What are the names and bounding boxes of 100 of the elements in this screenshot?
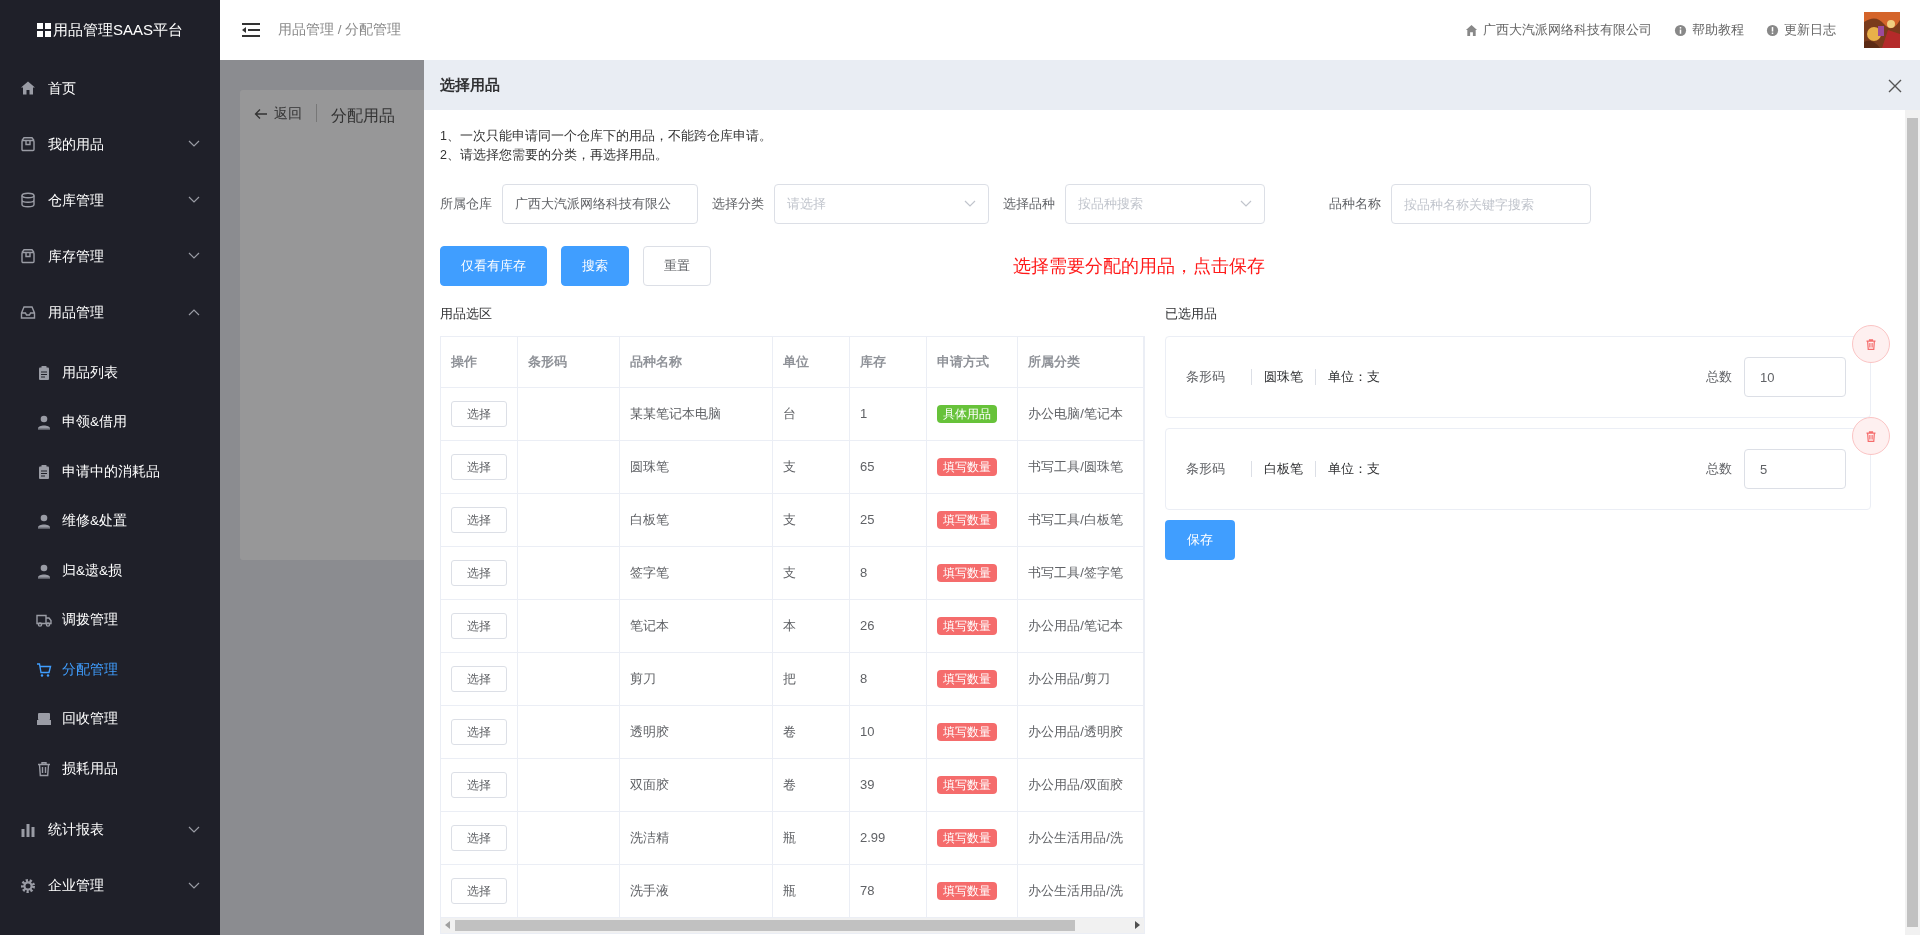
method-tag: 填写数量	[937, 616, 998, 635]
header-link[interactable]: 帮助教程	[1674, 20, 1744, 40]
method-tag: 填写数量	[937, 722, 998, 741]
table-cell: 签字笔	[630, 564, 670, 580]
select-button[interactable]: 选择	[451, 559, 507, 586]
barcode-label: 条形码	[1186, 460, 1225, 479]
section-title: 用品选区	[440, 305, 493, 323]
settings-icon	[20, 877, 36, 894]
field-label: 所属仓库	[440, 195, 492, 214]
table-cell: 圆珠笔	[630, 458, 670, 474]
box-icon	[20, 248, 36, 264]
sidebar-item[interactable]: 库存管理	[0, 228, 220, 284]
sidebar-subitem[interactable]: 分配管理	[0, 645, 220, 695]
method-tag: 填写数量	[937, 563, 998, 582]
reset-button[interactable]: 重置	[643, 246, 711, 286]
select-button[interactable]: 选择	[451, 506, 507, 533]
table-cell: 办公用品/透明胶	[1028, 723, 1123, 739]
column-header: 品种名称	[619, 337, 773, 387]
select-button[interactable]: 选择	[451, 453, 507, 480]
menu-fold-icon[interactable]	[242, 23, 260, 37]
select-button[interactable]: 选择	[451, 771, 507, 798]
table-cell: 书写工具/签字笔	[1028, 564, 1123, 580]
table-cell: 办公生活用品/洗	[1028, 829, 1123, 845]
column-header: 操作	[441, 337, 518, 387]
column-header: 库存	[849, 337, 927, 387]
column-header: 申请方式	[926, 337, 1018, 387]
field-label: 选择品种	[1003, 195, 1055, 214]
table-cell: 卷	[783, 723, 797, 739]
table-cell: 支	[783, 511, 797, 527]
table-cell: 25	[859, 511, 875, 527]
table-cell: 洗洁精	[630, 829, 670, 845]
table-cell: 支	[783, 564, 797, 580]
truck-icon	[36, 612, 52, 629]
select-button[interactable]: 选择	[451, 665, 507, 692]
item-name: 白板笔	[1264, 460, 1303, 479]
column-header: 单位	[772, 337, 850, 387]
sidebar-subitem[interactable]: 调拨管理	[0, 595, 220, 645]
bar-chart-icon	[20, 821, 36, 838]
page-title: 分配用品	[331, 106, 395, 126]
sidebar-subitem[interactable]: 归&遗&损	[0, 546, 220, 596]
trash-icon	[1865, 337, 1877, 351]
table-cell: 剪刀	[630, 670, 657, 686]
sidebar-subitem[interactable]: 回收管理	[0, 694, 220, 744]
home-icon	[1465, 23, 1478, 37]
quantity-field[interactable]: 10	[1744, 357, 1846, 397]
table-cell: 洗手液	[630, 882, 670, 898]
hint-text: 选择需要分配的用品，点击保存	[1013, 254, 1265, 278]
select-button[interactable]: 选择	[451, 877, 507, 904]
table-cell: 台	[783, 405, 797, 421]
vertical-scrollbar[interactable]	[1905, 110, 1920, 935]
method-tag: 填写数量	[937, 775, 998, 794]
sidebar-item[interactable]: 企业管理	[0, 857, 220, 914]
chevron-down-icon	[188, 881, 200, 890]
sidebar-subitem[interactable]: 用品列表	[0, 348, 220, 398]
method-tag: 填写数量	[937, 510, 998, 529]
table-cell: 书写工具/圆珠笔	[1028, 458, 1123, 474]
method-tag: 填写数量	[937, 828, 998, 847]
column-header: 所属分类	[1017, 337, 1144, 387]
barcode-label: 条形码	[1186, 368, 1225, 387]
quantity-field[interactable]: 5	[1744, 449, 1846, 489]
info-icon	[1674, 23, 1687, 37]
method-tag: 填写数量	[937, 669, 998, 688]
instruction-text: 2、请选择您需要的分类，再选择用品。	[440, 147, 669, 164]
sidebar-subitem[interactable]: 维修&处置	[0, 496, 220, 546]
table-cell: 白板笔	[630, 511, 670, 527]
delete-button[interactable]	[1852, 417, 1890, 455]
select-button[interactable]: 选择	[451, 824, 507, 851]
sidebar-item[interactable]: 统计报表	[0, 801, 220, 858]
select-button[interactable]: 选择	[451, 718, 507, 745]
select-button[interactable]: 选择	[451, 612, 507, 639]
sidebar-item[interactable]: 用品管理	[0, 284, 220, 340]
select-button[interactable]: 选择	[451, 400, 507, 427]
table-cell: 双面胶	[630, 776, 670, 792]
header-link[interactable]: 广西大汽派网络科技有限公司	[1465, 20, 1652, 40]
table-cell: 办公电脑/笔记本	[1028, 405, 1123, 421]
field-label: 品种名称	[1329, 195, 1381, 214]
sidebar-item[interactable]: 仓库管理	[0, 172, 220, 228]
input-field[interactable]: 按品种名称关键字搜索	[1391, 184, 1591, 224]
field-label: 总数	[1706, 460, 1732, 479]
back-link[interactable]: 返回	[254, 104, 302, 125]
arrow-left-icon	[254, 108, 268, 121]
input-field[interactable]: 广西大汽派网络科技有限公	[502, 184, 698, 224]
item-name: 圆珠笔	[1264, 368, 1303, 387]
sidebar-item[interactable]: 首页	[0, 60, 220, 116]
chevron-down-icon	[1240, 200, 1252, 208]
chevron-down-icon	[188, 825, 200, 834]
sidebar-subitem[interactable]: 申领&借用	[0, 397, 220, 447]
sidebar-subitem[interactable]: 损耗用品	[0, 744, 220, 794]
sidebar-item[interactable]: 我的用品	[0, 116, 220, 172]
table-cell: 65	[859, 458, 875, 474]
table-cell: 笔记本	[630, 617, 670, 633]
sidebar-subitem[interactable]: 申请中的消耗品	[0, 447, 220, 497]
header-link[interactable]: 更新日志	[1766, 20, 1836, 40]
dialog-title: 选择用品	[440, 74, 500, 95]
alert-icon	[1766, 23, 1779, 37]
breadcrumb: 用品管理 / 分配管理	[278, 20, 402, 39]
trash-icon	[36, 760, 52, 777]
table-cell: 78	[859, 882, 875, 898]
home-icon	[20, 80, 36, 96]
delete-button[interactable]	[1852, 325, 1890, 363]
